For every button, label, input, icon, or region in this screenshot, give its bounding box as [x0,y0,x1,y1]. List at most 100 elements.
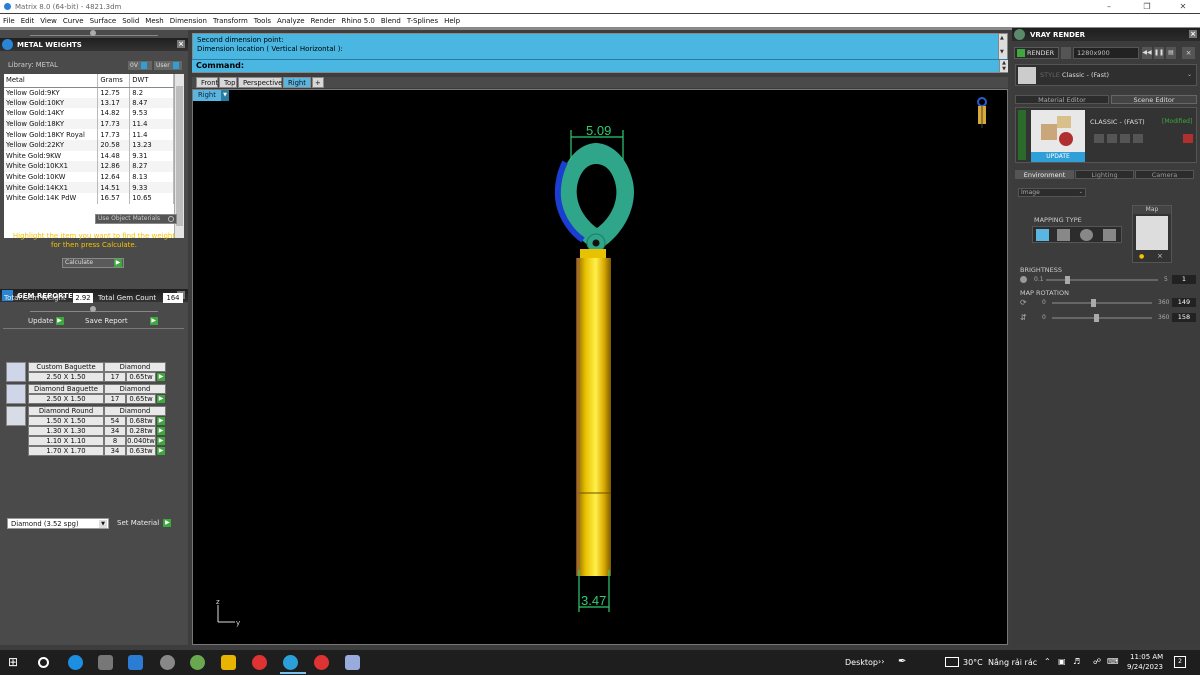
select-gems-button[interactable]: ▶ [157,373,165,381]
round-gem-icon[interactable] [6,406,26,426]
rewind-icon[interactable]: ◀◀ [1142,47,1152,59]
tab-right[interactable]: Right [283,77,311,88]
copy-icon[interactable] [1107,134,1117,143]
clock-time[interactable]: 11:05 AM [1130,653,1163,661]
history-scrollbar[interactable]: ▲ ▼ [998,34,1007,59]
panel-splitter[interactable] [30,306,158,312]
export-icon[interactable] [1133,134,1143,143]
save-icon[interactable] [1094,134,1104,143]
save-report-button[interactable]: Save Report ▶ [85,317,158,325]
map-slot[interactable]: Map ● × [1132,205,1172,263]
update-button[interactable]: Update ▶ [28,317,64,325]
menu-item-dimension[interactable]: Dimension [170,17,207,25]
render-settings-icon[interactable] [1061,47,1071,59]
menu-item-curve[interactable]: Curve [63,17,84,25]
chrome-icon[interactable] [252,655,267,670]
menu-item-rhino-5-0[interactable]: Rhino 5.0 [342,17,375,25]
toggle-0v[interactable]: 0V [128,61,152,70]
style-selector[interactable]: STYLE Classic - (Fast) ⌄ [1015,64,1197,86]
material-select[interactable]: Diamond (3.52 spg) ▼ [7,518,109,529]
table-row[interactable]: Yellow Gold:14KY 14.82 9.53 [4,108,174,119]
keyboard-icon[interactable]: ⌨ [1107,657,1119,666]
mail-icon[interactable] [128,655,143,670]
calculate-button[interactable]: Calculate ▶ [62,258,124,268]
menu-item-solid[interactable]: Solid [122,17,139,25]
temperature[interactable]: 30°C [963,658,983,667]
delete-icon[interactable] [1183,134,1193,143]
tab-camera[interactable]: Camera [1135,170,1194,179]
environment-type-select[interactable]: Image ⌄ [1018,188,1086,197]
splitter-knob[interactable] [90,306,96,312]
preset-expand-handle[interactable] [1018,110,1026,160]
table-row[interactable]: White Gold:10KW 12.64 8.13 [4,171,174,183]
toggle-user[interactable]: User [154,61,182,70]
table-row[interactable]: White Gold:14KX1 14.51 9.33 [4,182,174,193]
menu-item-mesh[interactable]: Mesh [145,17,163,25]
rotation-vertical-value[interactable]: 158 [1172,313,1196,322]
tab-front[interactable]: Front [196,77,218,88]
app-icon[interactable] [190,655,205,670]
network-icon[interactable]: ☍ [1093,657,1101,666]
windows-start-icon[interactable]: ⊞ [8,655,23,670]
matrix-icon[interactable] [283,655,298,670]
add-viewport-icon[interactable]: + [312,77,324,88]
map-settings-icon[interactable]: ● [1139,253,1144,260]
file-explorer-icon[interactable] [221,655,236,670]
pen-icon[interactable]: ✒ [898,656,906,667]
edge-icon[interactable] [68,655,83,670]
resolution-field[interactable]: 1280x900 [1073,47,1139,59]
rotation-vertical-slider[interactable] [1052,314,1152,322]
menu-item-surface[interactable]: Surface [90,17,117,25]
arrow-up-icon[interactable]: ▲ [1000,35,1004,41]
brightness-slider-handle[interactable] [1065,276,1070,284]
close-button[interactable]: ✕ [1170,0,1196,13]
use-object-materials-toggle[interactable]: Use Object Materials [95,214,177,224]
pause-icon[interactable]: ❚❚ [1154,47,1164,59]
tab-perspective[interactable]: Perspective [238,77,282,88]
baguette-gem-icon[interactable] [6,362,26,382]
menu-item-file[interactable]: File [3,17,15,25]
viewport-right[interactable]: Right ▼ 5.09 3.47 z y [192,89,1008,645]
menu-item-transform[interactable]: Transform [213,17,248,25]
app-icon[interactable] [345,655,360,670]
select-gems-button[interactable]: ▶ [157,427,165,435]
splitter-knob[interactable] [90,30,96,36]
map-cube-icon[interactable] [1057,229,1070,241]
rotation-slider-handle[interactable] [1091,299,1096,307]
baguette-gem-icon[interactable] [6,384,26,404]
menu-item-view[interactable]: View [40,17,57,25]
chrome-icon[interactable] [314,655,329,670]
chat-icon[interactable]: ▣ [1058,657,1066,666]
map-sphere-icon[interactable] [1080,229,1093,241]
tab-environment[interactable]: Environment [1015,170,1074,179]
map-clear-icon[interactable]: × [1157,252,1163,260]
store-icon[interactable] [98,655,113,670]
orientation-gizmo-icon[interactable] [977,97,987,128]
weather-text[interactable]: Nắng rải rác [988,658,1037,667]
menu-item-t-splines[interactable]: T-Splines [407,17,438,25]
desktop-chevron-icon[interactable]: ›› [878,657,884,666]
rotation-horizontal-slider[interactable] [1052,299,1152,307]
select-gems-button[interactable]: ▶ [157,417,165,425]
menu-item-render[interactable]: Render [311,17,336,25]
close-icon[interactable]: × [1189,30,1197,38]
table-row[interactable]: Yellow Gold:18KY 17.73 11.4 [4,118,174,130]
close-icon[interactable]: × [1182,47,1195,59]
menu-item-help[interactable]: Help [444,17,460,25]
table-row[interactable]: White Gold:9KW 14.48 9.31 [4,150,174,162]
search-icon[interactable] [38,657,49,668]
scrollbar-thumb[interactable] [176,86,183,226]
weather-icon[interactable] [945,657,959,667]
preset-update-button[interactable]: UPDATE [1031,152,1085,162]
tab-scene-editor[interactable]: Scene Editor [1111,95,1197,104]
rotation-slider-handle[interactable] [1094,314,1099,322]
command-spinner-icon[interactable]: ▲ ▼ [999,60,1008,72]
select-gems-button[interactable]: ▶ [157,447,165,455]
set-material-button[interactable]: Set Material ▶ [117,519,172,527]
table-row[interactable]: Yellow Gold:18KY Royal 17.73 11.4 [4,129,174,140]
table-row[interactable]: Yellow Gold:9KY 12.75 8.2 [4,87,174,98]
table-row[interactable]: White Gold:14K PdW 16.57 10.65 [4,192,174,204]
tab-top[interactable]: Top [219,77,237,88]
chevron-up-icon[interactable]: ⌃ [1044,657,1051,666]
rotation-horizontal-value[interactable]: 149 [1172,298,1196,307]
